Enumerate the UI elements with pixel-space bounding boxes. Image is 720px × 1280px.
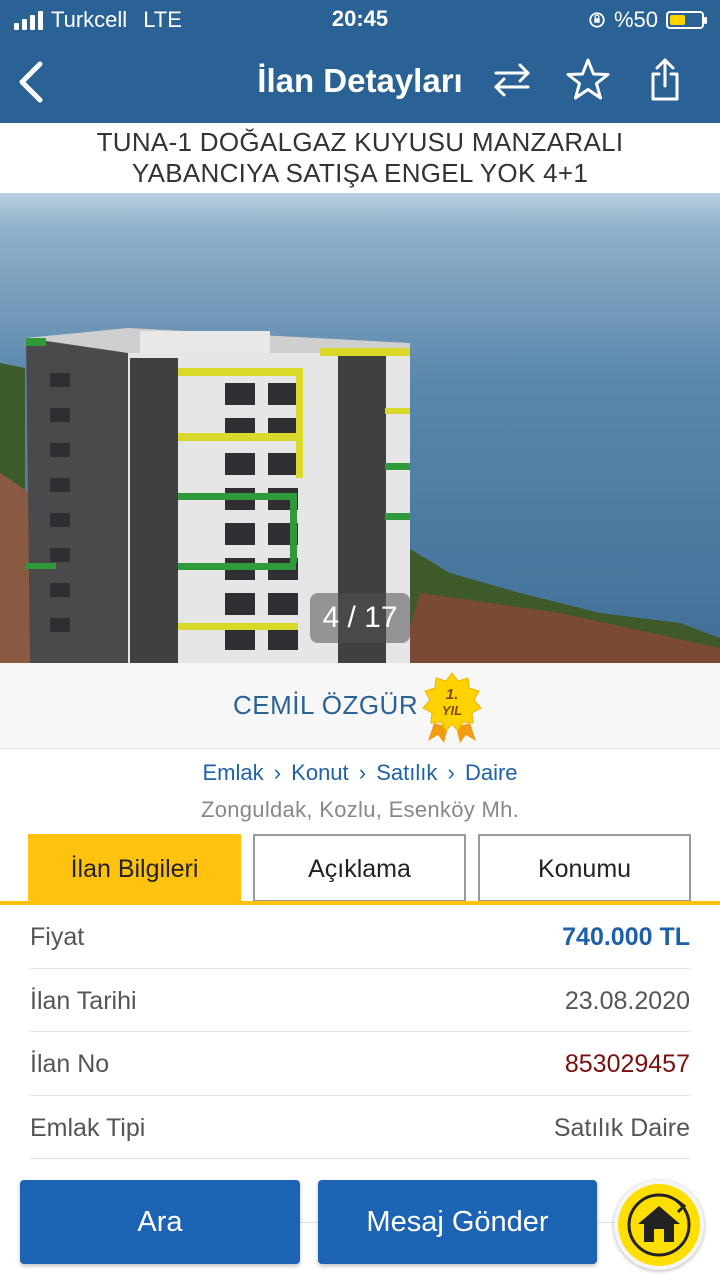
tab-ilan-bilgileri[interactable]: İlan Bilgileri (28, 834, 241, 902)
agent-bar[interactable]: CEMİL ÖZGÜR 1. YIL (0, 663, 720, 749)
home-button[interactable] (614, 1180, 704, 1270)
detail-row-date: İlan Tarihi 23.08.2020 (30, 969, 690, 1032)
agent-name[interactable]: CEMİL ÖZGÜR (233, 690, 418, 721)
breadcrumb-item-konut[interactable]: Konut (291, 760, 349, 785)
listing-location: Zonguldak, Kozlu, Esenköy Mh. (200, 797, 520, 822)
detail-tabs: İlan Bilgileri Açıklama Konumu (28, 834, 692, 904)
detail-row-price: Fiyat 740.000 TL (30, 905, 690, 969)
page-title: İlan Detayları (0, 62, 720, 100)
listing-no-value: 853029457 (564, 1050, 690, 1078)
detail-value: 23.08.2020 (564, 986, 690, 1015)
battery-percent: %50 (613, 7, 658, 32)
membership-year-badge: 1. YIL (422, 672, 482, 743)
photo-counter: 4 / 17 (310, 593, 410, 643)
details-list: Fiyat 740.000 TL İlan Tarihi 23.08.2020 … (0, 905, 720, 1223)
listing-title-line2: YABANCIYA SATIŞA ENGEL YOK 4+1 (131, 158, 589, 188)
listing-photo-carousel[interactable]: 4 / 17 (0, 193, 720, 663)
status-bar: Turkcell LTE 20:45 %50 (0, 0, 720, 40)
status-right: %50 (588, 7, 707, 33)
breadcrumb-separator: › (447, 760, 455, 785)
detail-value: Satılık Daire (553, 1113, 690, 1142)
badge-line1: 1. (446, 686, 459, 703)
breadcrumb-separator: › (358, 760, 367, 785)
send-message-button[interactable]: Mesaj Gönder (318, 1180, 597, 1264)
star-outline-icon[interactable] (564, 56, 612, 104)
nav-bar: İlan Detayları (0, 40, 720, 123)
app-header: Turkcell LTE 20:45 %50 İlan Detayları (0, 0, 720, 123)
breadcrumb-item-satilik[interactable]: Satılık (376, 760, 437, 785)
badge-line2: YIL (442, 703, 462, 718)
detail-row-property-type: Emlak Tipi Satılık Daire (30, 1096, 690, 1159)
detail-key: İlan Tarihi (30, 986, 137, 1015)
home-icon (627, 1193, 691, 1257)
battery-level (670, 15, 685, 25)
breadcrumb-separator: › (273, 760, 282, 785)
page-title-text: İlan Detayları (257, 62, 463, 99)
tab-konumu[interactable]: Konumu (478, 834, 691, 902)
swap-arrows-icon[interactable] (488, 56, 536, 104)
rotation-lock-icon (589, 12, 605, 28)
listing-detail-screen: Turkcell LTE 20:45 %50 İlan Detayları TU… (0, 0, 720, 1280)
breadcrumb-item-emlak[interactable]: Emlak (202, 760, 263, 785)
share-icon[interactable] (641, 56, 689, 104)
tab-aciklama[interactable]: Açıklama (253, 834, 466, 902)
detail-key: Emlak Tipi (30, 1113, 146, 1142)
breadcrumb-item-daire[interactable]: Daire (465, 760, 518, 785)
battery-icon (666, 11, 707, 29)
breadcrumb: Emlak › Konut › Satılık › Daire (0, 760, 720, 786)
detail-key: Fiyat (30, 923, 85, 951)
search-button[interactable]: Ara (20, 1180, 300, 1264)
detail-key: İlan No (30, 1050, 110, 1078)
listing-title-line1: TUNA-1 DOĞALGAZ KUYUSU MANZARALI (96, 127, 624, 157)
detail-row-listing-no: İlan No 853029457 (30, 1032, 690, 1096)
listing-title: TUNA-1 DOĞALGAZ KUYUSU MANZARALI YABANCI… (0, 123, 720, 193)
price-value: 740.000 TL (562, 923, 690, 951)
